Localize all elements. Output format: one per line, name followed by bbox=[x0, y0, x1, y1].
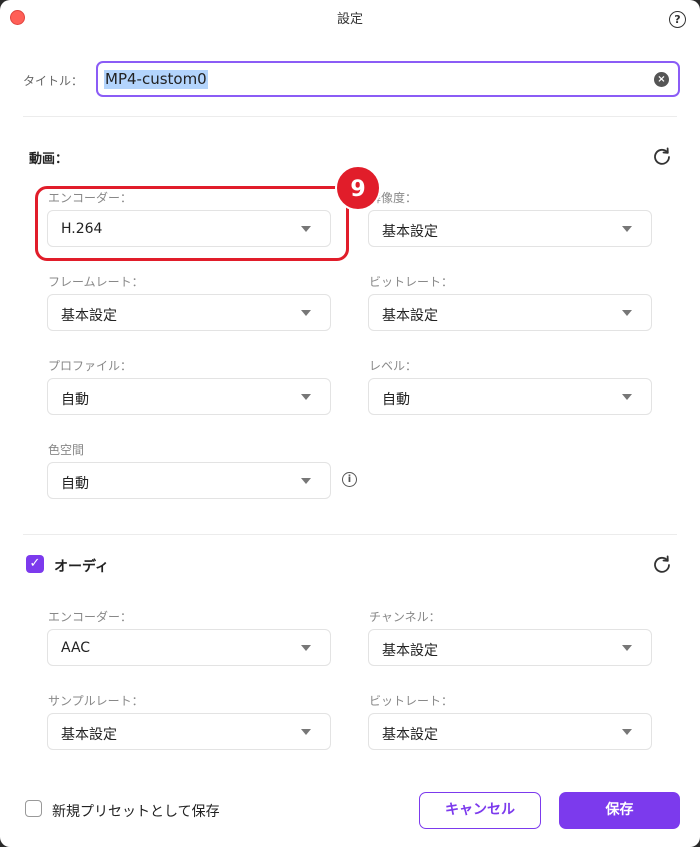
video-bit-rate-value: 基本設定 bbox=[382, 308, 438, 324]
title-input-value[interactable]: MP4-custom0 bbox=[104, 70, 208, 89]
sample-rate-value: 基本設定 bbox=[61, 727, 117, 743]
audio-enable-checkbox[interactable]: ✓ bbox=[26, 555, 44, 573]
annotation-step-badge: 9 bbox=[335, 165, 381, 211]
chevron-down-icon bbox=[301, 478, 311, 484]
profile-select[interactable]: 自動 bbox=[47, 378, 331, 415]
title-bar: 設定 ? bbox=[0, 0, 700, 34]
video-bit-rate-label: ビットレート： bbox=[369, 275, 454, 289]
audio-bit-rate-value: 基本設定 bbox=[382, 727, 438, 743]
video-reset-icon[interactable] bbox=[652, 146, 672, 166]
audio-encoder-label: エンコーダー： bbox=[48, 610, 133, 624]
sample-rate-label: サンプルレート： bbox=[48, 694, 144, 708]
chevron-down-icon bbox=[301, 729, 311, 735]
chevron-down-icon bbox=[301, 394, 311, 400]
save-preset-checkbox[interactable] bbox=[25, 800, 42, 817]
frame-rate-value: 基本設定 bbox=[61, 308, 117, 324]
title-field-label: タイトル： bbox=[23, 74, 84, 88]
settings-dialog: 設定 ? タイトル： MP4-custom0 × 動画： エンコーダー： H.2… bbox=[0, 0, 700, 847]
chevron-down-icon bbox=[622, 729, 632, 735]
save-preset-label[interactable]: 新規プリセットとして保存 bbox=[52, 801, 220, 821]
resolution-value: 基本設定 bbox=[382, 224, 438, 240]
divider bbox=[23, 116, 677, 117]
channel-label: チャンネル： bbox=[369, 610, 441, 624]
chevron-down-icon bbox=[622, 310, 632, 316]
chevron-down-icon bbox=[622, 645, 632, 651]
sample-rate-select[interactable]: 基本設定 bbox=[47, 713, 331, 750]
level-label: レベル： bbox=[369, 359, 418, 373]
help-icon[interactable]: ? bbox=[669, 11, 686, 28]
audio-reset-icon[interactable] bbox=[652, 554, 672, 574]
color-space-value: 自動 bbox=[61, 476, 89, 492]
window-title: 設定 bbox=[336, 12, 363, 27]
audio-bit-rate-label: ビットレート： bbox=[369, 694, 454, 708]
frame-rate-select[interactable]: 基本設定 bbox=[47, 294, 331, 331]
channel-value: 基本設定 bbox=[382, 643, 438, 659]
chevron-down-icon bbox=[622, 226, 632, 232]
chevron-down-icon bbox=[301, 310, 311, 316]
save-button[interactable]: 保存 bbox=[559, 792, 680, 829]
resolution-select[interactable]: 基本設定 bbox=[368, 210, 652, 247]
cancel-button[interactable]: キャンセル bbox=[419, 792, 541, 829]
title-input[interactable]: MP4-custom0 × bbox=[96, 61, 680, 97]
audio-bit-rate-select[interactable]: 基本設定 bbox=[368, 713, 652, 750]
info-icon[interactable]: i bbox=[342, 472, 357, 487]
profile-value: 自動 bbox=[61, 392, 89, 408]
color-space-select[interactable]: 自動 bbox=[47, 462, 331, 499]
annotation-highlight-box bbox=[35, 186, 349, 261]
level-value: 自動 bbox=[382, 392, 410, 408]
video-bit-rate-select[interactable]: 基本設定 bbox=[368, 294, 652, 331]
clear-icon[interactable]: × bbox=[654, 72, 669, 87]
chevron-down-icon bbox=[301, 645, 311, 651]
profile-label: プロファイル： bbox=[48, 359, 133, 373]
channel-select[interactable]: 基本設定 bbox=[368, 629, 652, 666]
chevron-down-icon bbox=[622, 394, 632, 400]
frame-rate-label: フレームレート： bbox=[48, 275, 144, 289]
video-section-title: 動画： bbox=[29, 152, 69, 167]
divider bbox=[23, 534, 677, 535]
audio-encoder-value: AAC bbox=[61, 640, 91, 656]
level-select[interactable]: 自動 bbox=[368, 378, 652, 415]
audio-section-title: オーディ bbox=[54, 559, 110, 575]
audio-encoder-select[interactable]: AAC bbox=[47, 629, 331, 666]
color-space-label: 色空間 bbox=[48, 443, 85, 457]
